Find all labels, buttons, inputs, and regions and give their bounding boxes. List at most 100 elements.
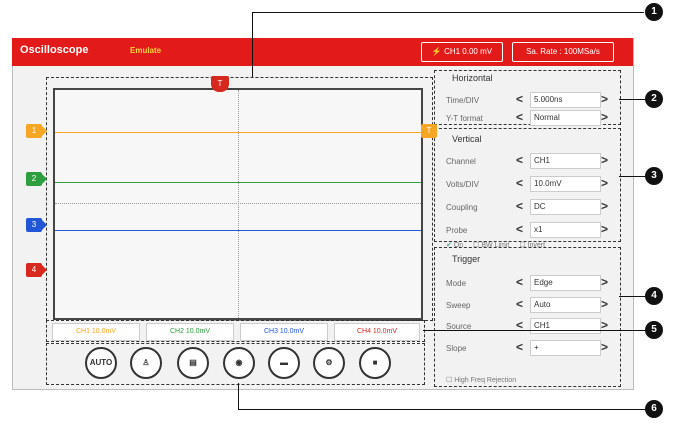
time-div-label: Time/DIV — [446, 96, 480, 105]
ch2-scale-button[interactable]: CH2 10.0mV — [146, 323, 234, 341]
coupling-value: DC — [530, 199, 601, 215]
slope-prev-icon[interactable]: < — [516, 340, 523, 354]
callout-6-leader-v — [238, 383, 239, 409]
callout-2: 2 — [645, 90, 663, 108]
trigger-position-marker[interactable]: T — [211, 76, 229, 92]
ch2-marker[interactable]: 2 — [26, 172, 47, 186]
stop-button[interactable]: ■ — [359, 347, 391, 379]
hf-rejection-checkbox[interactable]: ☐ — [446, 377, 452, 384]
view-button[interactable]: ◉ — [223, 347, 255, 379]
measure-button[interactable]: ▬ — [268, 347, 300, 379]
trigger-level-marker[interactable]: T — [421, 124, 437, 138]
channel-prev-icon[interactable]: < — [516, 153, 523, 167]
hf-rejection-row[interactable]: ☐ High Freq Rejection — [446, 376, 516, 384]
coupling-prev-icon[interactable]: < — [516, 199, 523, 213]
callout-2-leader — [619, 99, 645, 100]
on-label: On — [453, 242, 464, 249]
callout-1-leader-h — [252, 12, 644, 13]
time-div-value: 5.000ns — [530, 92, 601, 108]
grid-center-h — [55, 203, 421, 204]
auto-button[interactable]: AUTO — [85, 347, 117, 379]
probe-value: x1 — [530, 222, 601, 238]
trigger-title: Trigger — [452, 254, 481, 264]
source-value: CH1 — [530, 318, 601, 334]
stop-icon: ■ — [372, 358, 378, 367]
vertical-options: ✔ On ☐ BW Limit ☐ Invert — [446, 241, 545, 249]
ch2-trace — [55, 182, 421, 183]
channel-label: Channel — [446, 157, 476, 166]
yt-format-prev-icon[interactable]: < — [516, 110, 523, 124]
callout-3: 3 — [645, 167, 663, 185]
sweep-prev-icon[interactable]: < — [516, 297, 523, 311]
callout-5: 5 — [645, 321, 663, 339]
trigger-mode-label: Mode — [446, 279, 467, 288]
ch1-scale-button[interactable]: CH1 10.0mV — [52, 323, 140, 341]
ch1-marker[interactable]: 1 — [26, 124, 47, 138]
callout-1-leader — [252, 12, 253, 77]
slope-label: Slope — [446, 344, 467, 353]
ch3-marker[interactable]: 3 — [26, 218, 47, 232]
save-button[interactable]: ▤ — [177, 347, 209, 379]
ch4-marker[interactable]: 4 — [26, 263, 47, 277]
ch1-voltage-label: CH1 0.00 mV — [444, 47, 493, 56]
channel-value: CH1 — [530, 153, 601, 169]
time-div-next-icon[interactable]: > — [601, 92, 608, 106]
slope-value: + — [530, 340, 601, 356]
callout-1: 1 — [645, 3, 663, 21]
eye-icon: ◉ — [235, 358, 243, 367]
yt-format-label: Y-T format — [446, 114, 483, 123]
ch4-scale-button[interactable]: CH4 10.0mV — [334, 323, 420, 341]
save-icon: ▤ — [189, 358, 197, 367]
invert-label: Invert — [527, 242, 546, 249]
coupling-label: Coupling — [446, 203, 478, 212]
settings-button[interactable]: ⚙ — [313, 347, 345, 379]
trigger-mode-next-icon[interactable]: > — [601, 275, 608, 289]
callout-5-leader — [423, 330, 645, 331]
probe-prev-icon[interactable]: < — [516, 222, 523, 236]
slope-next-icon[interactable]: > — [601, 340, 608, 354]
trigger-mode-prev-icon[interactable]: < — [516, 275, 523, 289]
sweep-label: Sweep — [446, 301, 471, 310]
grid-center-v — [238, 90, 239, 318]
callout-3-leader — [619, 176, 645, 177]
horizontal-title: Horizontal — [452, 73, 493, 83]
emulate-label: Emulate — [130, 46, 162, 55]
hf-rejection-label: High Freq Rejection — [454, 377, 517, 384]
probe-label: Probe — [446, 226, 468, 235]
time-div-prev-icon[interactable]: < — [516, 92, 523, 106]
user-button[interactable]: ♙ — [130, 347, 162, 379]
callout-6-leader-h — [238, 409, 645, 410]
ch3-scale-button[interactable]: CH3 10.0mV — [240, 323, 328, 341]
bw-limit-label: BW Limit — [481, 242, 510, 249]
channel-next-icon[interactable]: > — [601, 153, 608, 167]
coupling-next-icon[interactable]: > — [601, 199, 608, 213]
callout-6: 6 — [645, 400, 663, 418]
bw-limit-checkbox[interactable]: ☐ — [473, 242, 479, 249]
probe-icon: ⚡ — [431, 47, 442, 56]
app-title: Oscilloscope — [20, 44, 89, 56]
yt-format-next-icon[interactable]: > — [601, 110, 608, 124]
ch1-voltage-button[interactable]: ⚡ CH1 0.00 mV — [421, 42, 503, 62]
ruler-icon: ▬ — [280, 358, 288, 367]
probe-next-icon[interactable]: > — [601, 222, 608, 236]
user-icon: ♙ — [142, 358, 150, 367]
on-checkbox[interactable]: ✔ — [446, 242, 452, 249]
volts-div-label: Volts/DIV — [446, 180, 479, 189]
sweep-next-icon[interactable]: > — [601, 297, 608, 311]
volts-div-next-icon[interactable]: > — [601, 176, 608, 190]
gear-icon: ⚙ — [325, 358, 333, 367]
volts-div-value: 10.0mV — [530, 176, 601, 192]
callout-4-leader — [619, 296, 645, 297]
trigger-mode-value: Edge — [530, 275, 601, 291]
vertical-title: Vertical — [452, 134, 482, 144]
ch3-trace — [55, 230, 421, 231]
trigger-region — [434, 247, 621, 387]
invert-checkbox[interactable]: ☐ — [519, 242, 525, 249]
yt-format-value: Normal — [530, 110, 601, 126]
ch1-trace — [55, 132, 421, 133]
volts-div-prev-icon[interactable]: < — [516, 176, 523, 190]
scope-screen[interactable] — [53, 88, 423, 320]
callout-4: 4 — [645, 287, 663, 305]
sweep-value: Auto — [530, 297, 601, 313]
sample-rate-button[interactable]: Sa. Rate : 100MSa/s — [512, 42, 614, 62]
